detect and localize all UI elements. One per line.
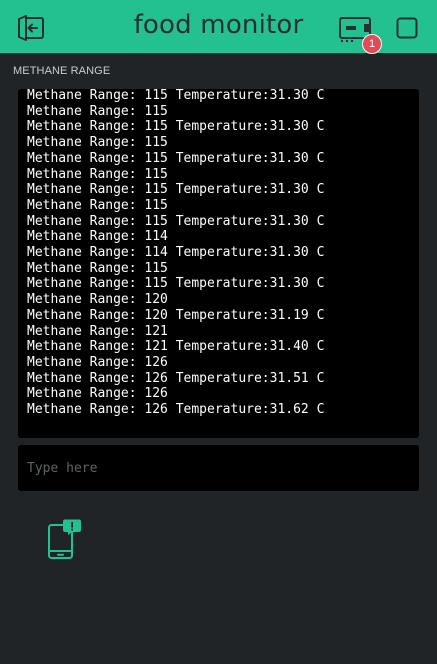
notification-badge: 1 [362, 34, 382, 54]
app-header: food monitor 1 [0, 0, 437, 54]
terminal-line: Methane Range: 115 Temperature:31.30 C [27, 182, 325, 198]
terminal-line: Methane Range: 126 Temperature:31.51 C [27, 370, 325, 386]
terminal-line: Methane Range: 121 Temperature:31.40 C [27, 339, 325, 355]
widget-label: METHANE RANGE [13, 65, 111, 77]
terminal-line: Methane Range: 115 [27, 103, 168, 119]
terminal-line: Methane Range: 120 Temperature:31.19 C [27, 307, 325, 323]
terminal-line: Methane Range: 126 [27, 386, 168, 402]
terminal-line: Methane Range: 115 [27, 260, 168, 276]
terminal-line: Methane Range: 126 [27, 354, 168, 370]
terminal-line: Methane Range: 115 [27, 166, 168, 182]
terminal-line: Methane Range: 115 Temperature:31.30 C [27, 150, 325, 166]
square-icon[interactable] [396, 17, 418, 39]
terminal-lines: Methane Range: 115 Temperature:31.30 C Me… [27, 89, 324, 418]
terminal-line: Methane Range: 115 Temperature:31.30 C [27, 119, 325, 135]
phone-alert-icon[interactable] [46, 518, 82, 560]
terminal-line: Methane Range: 115 Temperature:31.30 C [27, 213, 325, 229]
terminal-line: Methane Range: 115 [27, 135, 168, 151]
terminal-line: Methane Range: 115 [27, 197, 168, 213]
terminal-line: Methane Range: 114 [27, 229, 168, 245]
terminal-line: Methane Range: 126 Temperature:31.62 C [27, 402, 325, 418]
terminal-input[interactable] [18, 445, 419, 491]
terminal-line: Methane Range: 121 [27, 323, 168, 339]
terminal-line: Methane Range: 114 Temperature:31.30 C [27, 245, 325, 261]
terminal-output[interactable]: Methane Range: 115 Temperature:31.30 C Me… [18, 89, 419, 438]
terminal-line: Methane Range: 115 Temperature:31.30 C [27, 89, 325, 103]
terminal-input-box[interactable] [18, 445, 419, 491]
terminal-line: Methane Range: 115 Temperature:31.30 C [27, 276, 325, 292]
terminal-line: Methane Range: 120 [27, 292, 168, 308]
